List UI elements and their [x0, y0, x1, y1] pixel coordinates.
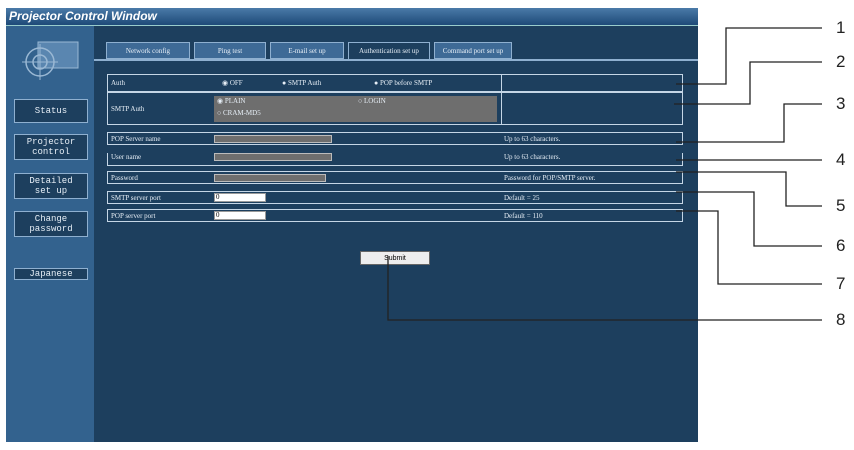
callout-1: 1 [836, 18, 846, 37]
callout-lines [387, 27, 822, 321]
callout-4: 4 [836, 150, 846, 169]
callout-3: 3 [836, 94, 846, 113]
callout-8: 8 [836, 310, 846, 329]
callout-7: 7 [836, 274, 846, 293]
callout-5: 5 [836, 196, 846, 215]
callout-2: 2 [836, 52, 846, 71]
callout-6: 6 [836, 236, 846, 255]
